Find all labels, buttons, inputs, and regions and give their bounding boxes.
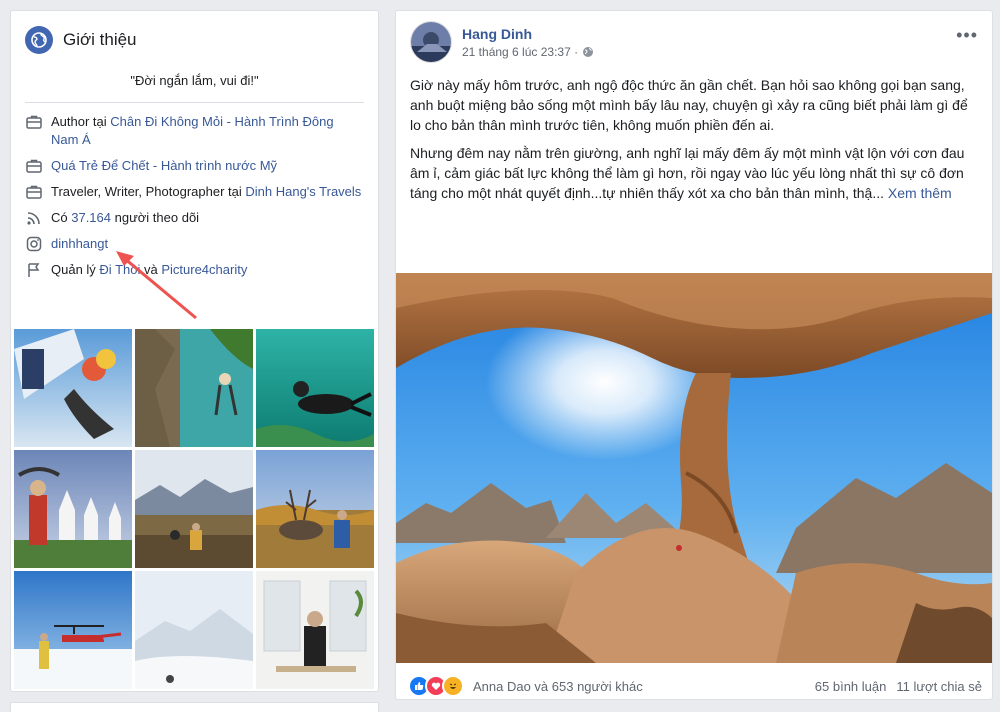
briefcase-icon	[26, 115, 42, 129]
bio-quote: "Đời ngắn lắm, vui đi!"	[130, 73, 259, 88]
post-paragraph-1: Giờ này mấy hôm trước, anh ngộ độc thức …	[410, 77, 968, 133]
shares-count[interactable]: 11 lượt chia sẻ	[896, 679, 982, 694]
intro-row-prefix: Traveler, Writer, Photographer tại	[51, 184, 246, 199]
see-more-link[interactable]: Xem thêm	[888, 185, 952, 201]
author-name-link[interactable]: Hang Dinh	[462, 26, 594, 42]
intro-row-work-1: Author tại Chân Đi Không Mỏi - Hành Trìn…	[25, 113, 364, 149]
post-card: Hang Dinh 21 tháng 6 lúc 23:37 · ••• Giờ…	[395, 10, 993, 700]
instagram-icon	[26, 236, 42, 252]
photo-grid	[14, 329, 374, 689]
post-meta: 21 tháng 6 lúc 23:37 ·	[462, 45, 594, 59]
intro-card: Giới thiệu "Đời ngắn lắm, vui đi!" Autho…	[10, 10, 379, 692]
rss-icon	[27, 212, 40, 225]
more-options-icon[interactable]: •••	[956, 25, 978, 46]
next-card-edge	[10, 702, 379, 712]
reactions-summary[interactable]: Anna Dao và 653 người khác	[473, 679, 643, 694]
post-paragraph-2-text: Nhưng đêm nay nằm trên giường, anh nghĩ …	[410, 145, 965, 201]
manages-middle: và	[140, 262, 162, 277]
intro-row-work-3: Traveler, Writer, Photographer tại Dinh …	[25, 183, 364, 201]
haha-reaction-icon	[442, 675, 464, 697]
post-timestamp[interactable]: 21 tháng 6 lúc 23:37 ·	[462, 45, 578, 59]
work-link-2[interactable]: Quá Trẻ Để Chết - Hành trình nước Mỹ	[51, 158, 277, 173]
post-photo[interactable]	[396, 273, 992, 663]
comments-count[interactable]: 65 bình luận	[815, 679, 887, 694]
flag-icon	[28, 263, 40, 277]
work-link-3[interactable]: Dinh Hang's Travels	[245, 184, 361, 199]
intro-row-manages: Quản lý Đi Thôi và Picture4charity	[25, 261, 364, 279]
post-paragraph-2: Nhưng đêm nay nằm trên giường, anh nghĩ …	[410, 143, 982, 203]
manages-prefix: Quản lý	[51, 262, 100, 277]
intro-rows: Author tại Chân Đi Không Mỏi - Hành Trìn…	[11, 103, 378, 279]
page-link-picture4charity[interactable]: Picture4charity	[161, 262, 247, 277]
intro-header: Giới thiệu	[11, 11, 378, 55]
instagram-link[interactable]: dinhhangt	[51, 236, 108, 251]
intro-title: Giới thiệu	[63, 30, 137, 49]
globe-icon	[25, 26, 53, 54]
author-avatar[interactable]	[410, 21, 452, 63]
photo-tile-reindeer[interactable]	[256, 450, 374, 568]
followers-count-link[interactable]: 37.164	[71, 210, 111, 225]
photo-tile-waterfall[interactable]	[135, 329, 253, 447]
briefcase-icon	[26, 159, 42, 173]
post-header: Hang Dinh 21 tháng 6 lúc 23:37 ·	[410, 21, 594, 63]
intro-row-work-2: Quá Trẻ Để Chết - Hành trình nước Mỹ	[25, 157, 364, 175]
photo-tile-snow-mountain[interactable]	[135, 571, 253, 689]
page-link-di-thoi[interactable]: Đi Thôi	[99, 262, 140, 277]
photo-tile-helicopter[interactable]	[14, 571, 132, 689]
photo-tile-mountain-camp[interactable]	[135, 450, 253, 568]
post-text: Giờ này mấy hôm trước, anh ngộ độc thức …	[410, 75, 982, 211]
public-globe-icon	[583, 46, 594, 57]
photo-tile-stupas[interactable]	[14, 450, 132, 568]
photo-tile-diving[interactable]	[256, 329, 374, 447]
briefcase-icon	[26, 185, 42, 199]
followers-suffix: người theo dõi	[111, 210, 200, 225]
intro-row-followers: Có 37.164 người theo dõi	[25, 209, 364, 227]
followers-prefix: Có	[51, 210, 72, 225]
photo-tile-cafe[interactable]	[256, 571, 374, 689]
intro-row-instagram: dinhhangt	[25, 235, 364, 253]
intro-row-prefix: Author tại	[51, 114, 111, 129]
post-footer: Anna Dao và 653 người khác 65 bình luận …	[408, 675, 982, 697]
reaction-icons[interactable]	[408, 675, 464, 697]
photo-tile-skydiving[interactable]	[14, 329, 132, 447]
